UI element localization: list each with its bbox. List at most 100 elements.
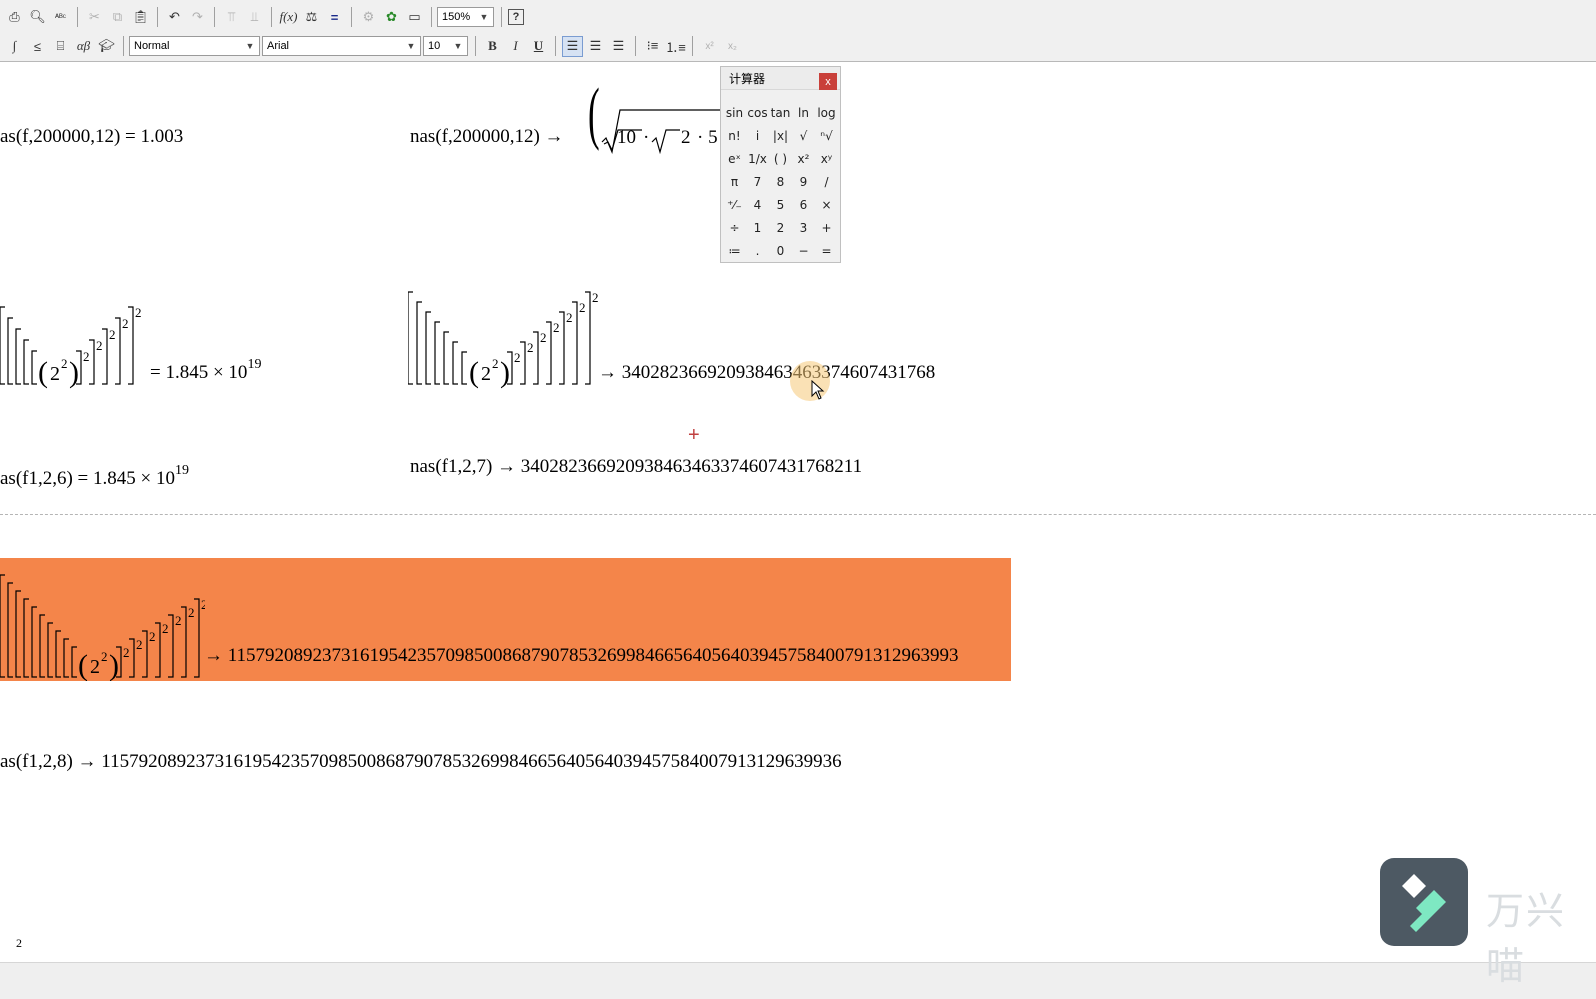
cut-icon[interactable]: ✂	[84, 7, 105, 28]
eq-as-f-200000-12[interactable]: as(f,200000,12) = 1.003	[0, 126, 183, 148]
greek-toolbar-icon[interactable]: αβ	[73, 36, 94, 57]
calculator-key[interactable]: 5	[769, 193, 792, 216]
eq-as-f1-2-8[interactable]: as(f1,2,8) → 115792089237316195423570985…	[0, 751, 842, 773]
calculator-key[interactable]: |x|	[769, 124, 792, 147]
toggle-region-icon[interactable]: ▭	[404, 7, 425, 28]
tower-bracket-right	[115, 317, 121, 385]
calculator-key[interactable]: .	[746, 239, 769, 262]
paste-icon[interactable]: 📋︎	[130, 7, 151, 28]
copy-icon[interactable]: ⧉	[107, 7, 128, 28]
tower-exponent: 2	[136, 637, 143, 652]
zoom-select[interactable]: 150% ▼	[437, 7, 494, 27]
eq-as-f1-mantissa: as(f1,2,6) = 1.845 × 10	[0, 468, 175, 489]
calculator-key[interactable]: √	[792, 124, 815, 147]
tower-left-exponent: 19	[247, 357, 262, 372]
align-center-icon[interactable]: ☰	[585, 36, 606, 57]
calculator-key[interactable]: 1	[746, 216, 769, 239]
font-size-select[interactable]: 10 ▼	[423, 36, 468, 56]
align-left-icon[interactable]: ☰	[562, 35, 583, 57]
eq-as-f1-2-6[interactable]: as(f1,2,6) = 1.845 × 1019	[0, 463, 189, 490]
calculator-key[interactable]: ln	[792, 101, 815, 124]
bullet-list-icon[interactable]: ⁝≡	[642, 36, 663, 57]
tower-exponent: 2	[540, 330, 547, 345]
tower-exponent: 2	[101, 649, 108, 664]
align-right-icon[interactable]: ☰	[608, 36, 629, 57]
tower-exponent: 2	[553, 320, 560, 335]
calculator-key[interactable]: 7	[746, 170, 769, 193]
calculator-key[interactable]: 1/x	[746, 147, 769, 170]
calculator-key[interactable]: 0	[769, 239, 792, 262]
bottom-fragment: 2	[16, 936, 22, 950]
style-select[interactable]: Normal ▼	[129, 36, 260, 56]
print-preview-icon[interactable]: 🔍︎	[27, 7, 48, 28]
tower-left-result[interactable]: = 1.845 × 1019	[150, 357, 261, 384]
calculator-key[interactable]: /	[815, 170, 838, 193]
calculator-key[interactable]: 9	[792, 170, 815, 193]
calculator-key[interactable]: ×	[815, 193, 838, 216]
calculator-key[interactable]: tan	[769, 101, 792, 124]
calculator-key[interactable]: ⁿ√	[815, 124, 838, 147]
calculator-key[interactable]: i	[746, 124, 769, 147]
undo-icon[interactable]: ↶	[164, 7, 185, 28]
subscript-icon[interactable]: x₂	[722, 36, 743, 57]
calculator-key[interactable]: eˣ	[723, 147, 746, 170]
calculator-key[interactable]: ( )	[769, 147, 792, 170]
tower-bracket-right	[559, 311, 565, 385]
power-tower-right[interactable]: (2 2) 2222222	[408, 280, 598, 390]
calculator-key[interactable]: sin	[723, 101, 746, 124]
calculate-icon[interactable]: =	[324, 7, 345, 28]
power-tower-left[interactable]: (2 2) 22222	[0, 290, 160, 390]
resource-icon[interactable]: ✿	[381, 7, 402, 28]
spell-check-icon[interactable]: ᴬᴮᶜ	[50, 7, 71, 28]
calculator-palette[interactable]: 计算器 x sin cos tan ln log n! i |x| √ ⁿ√ eˣ 1/x( ) x² x…	[720, 66, 841, 263]
calculator-key[interactable]: ⁺⁄₋	[723, 193, 746, 216]
watermark-text: 万兴喵	[1486, 889, 1567, 988]
calculator-key[interactable]: +	[815, 216, 838, 239]
symbolic-toolbar-icon[interactable]: 🎓︎	[96, 36, 117, 57]
font-select[interactable]: Arial ▼	[262, 36, 421, 56]
calculator-key[interactable]: 3	[792, 216, 815, 239]
chevron-down-icon: ▼	[245, 41, 255, 51]
calculator-key[interactable]: −	[792, 239, 815, 262]
numbered-list-icon[interactable]: ⒈≡	[665, 36, 686, 57]
tower-bracket-left	[47, 622, 53, 678]
calculator-key[interactable]: =	[815, 239, 838, 262]
tower-big-result[interactable]: → 11579208923731619542357098500868790785…	[204, 645, 959, 667]
calculator-key[interactable]: xʸ	[815, 147, 838, 170]
align-top-icon[interactable]: ⫪	[221, 7, 242, 28]
italic-button[interactable]: I	[505, 36, 526, 57]
calculator-key[interactable]: x²	[792, 147, 815, 170]
eq-nas-f-200000-12[interactable]: nas(f,200000,12) →	[410, 126, 564, 148]
separator	[214, 7, 215, 27]
calculator-key[interactable]: 4	[746, 193, 769, 216]
calculator-key[interactable]: log	[815, 101, 838, 124]
help-icon[interactable]: ?	[508, 9, 524, 25]
insert-function-icon[interactable]: f(x)	[278, 7, 299, 28]
eq-nas-f1-2-7[interactable]: nas(f1,2,7) → 34028236692093846346337460…	[410, 456, 862, 478]
bold-button[interactable]: B	[482, 36, 503, 57]
redo-icon[interactable]: ↷	[187, 7, 208, 28]
calculator-key[interactable]: 8	[769, 170, 792, 193]
insert-unit-icon[interactable]: ⚖	[301, 7, 322, 28]
calculator-key[interactable]: cos	[746, 101, 769, 124]
separator	[635, 36, 636, 56]
power-tower-big[interactable]: (22)2222222222	[0, 558, 205, 681]
calculator-key[interactable]: π	[723, 170, 746, 193]
calculator-key[interactable]: 6	[792, 193, 815, 216]
evaluation-toolbar-icon[interactable]: ≤	[27, 36, 48, 57]
calculator-key[interactable]: ÷	[723, 216, 746, 239]
tower-bracket-right	[168, 614, 174, 678]
close-button[interactable]: x	[819, 73, 837, 90]
underline-button[interactable]: U	[528, 36, 549, 57]
calculator-key[interactable]: 2	[769, 216, 792, 239]
calculator-key[interactable]: n!	[723, 124, 746, 147]
print-icon[interactable]: ⎙	[4, 7, 25, 28]
align-bottom-icon[interactable]: ⫫	[244, 7, 265, 28]
component-icon[interactable]: ⚙	[358, 7, 379, 28]
tower-right-result[interactable]: → 340282366920938463463374607431768	[598, 362, 935, 384]
calculator-key[interactable]: ≔	[723, 239, 746, 262]
superscript-icon[interactable]: x²	[699, 36, 720, 57]
math-toolbar-icon[interactable]: ∫	[4, 36, 25, 57]
tower-bracket-left	[416, 301, 422, 385]
programming-toolbar-icon[interactable]: ⌸	[50, 36, 71, 57]
